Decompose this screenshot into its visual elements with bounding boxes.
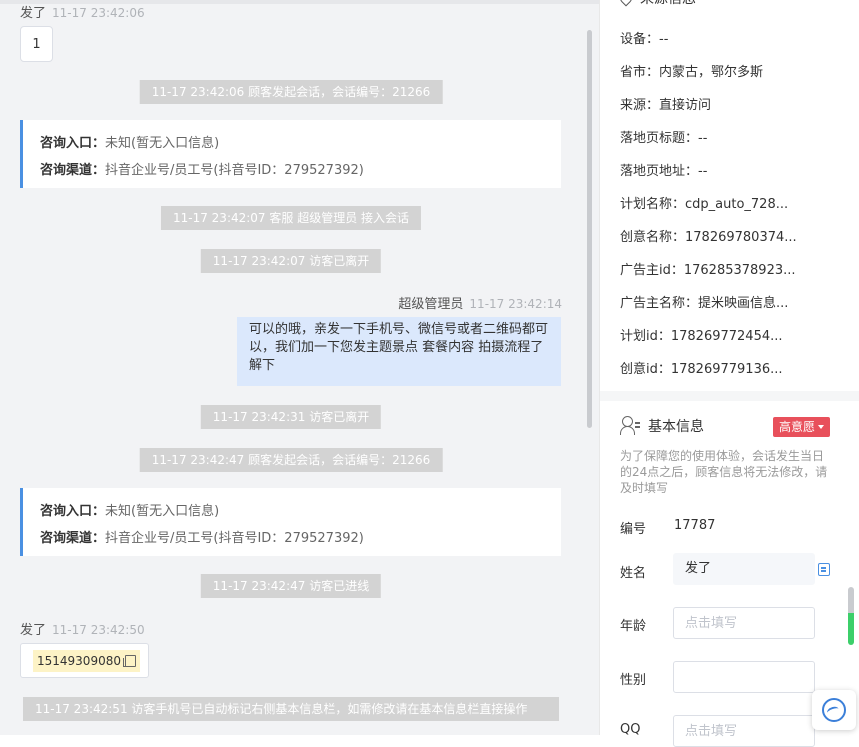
channel-label: 咨询渠道： [40, 163, 106, 178]
qq-field[interactable] [673, 715, 815, 747]
age-label: 年龄 [620, 619, 647, 634]
qq-label: QQ [620, 722, 641, 735]
basic-info-header: 基本信息 [620, 416, 704, 436]
source-creative-name: 创意名称：178269780374... [620, 230, 797, 245]
system-message: 11-17 23:42:07 客服 超级管理员 接入会话 [160, 206, 422, 230]
source-plan-id: 计划id：178269772454... [620, 329, 783, 344]
consult-info-card: 咨询入口：未知(暂无入口信息) 咨询渠道：抖音企业号/员工号(抖音号ID：279… [20, 488, 561, 556]
phone-highlight[interactable]: 15149309080 [33, 649, 140, 672]
system-message: 11-17 23:42:07 访客已离开 [200, 249, 382, 273]
sender-time: 11-17 23:42:50 [52, 623, 145, 637]
entry-value: 未知(暂无入口信息) [105, 136, 220, 151]
user-list-icon [620, 416, 640, 436]
source-plan-name: 计划名称：cdp_auto_728... [620, 197, 789, 212]
age-field[interactable] [673, 607, 815, 639]
sender-line: 发了 11-17 23:42:50 [20, 619, 145, 638]
source-landing-url: 落地页地址：-- [620, 164, 708, 179]
source-advertiser-name: 广告主名称：提米映画信息... [620, 296, 789, 311]
floating-assistant-button[interactable] [812, 690, 856, 730]
gender-label: 性别 [620, 673, 647, 688]
entry-value: 未知(暂无入口信息) [105, 504, 220, 519]
sender-line: 发了 11-17 23:42:06 [20, 2, 145, 21]
gender-field[interactable] [673, 661, 815, 693]
source-landing-title: 落地页标题：-- [620, 131, 708, 146]
phone-number: 15149309080 [37, 653, 121, 668]
channel-value: 抖音企业号/员工号(抖音号ID：279527392) [105, 163, 364, 178]
phone-message-bubble: 15149309080 [20, 643, 149, 678]
assistant-icon [822, 698, 846, 722]
channel-label: 咨询渠道： [40, 531, 106, 546]
intent-level-dropdown[interactable]: 高意愿 [773, 417, 831, 437]
id-value: 17787 [674, 518, 716, 533]
caret-down-icon [818, 425, 825, 429]
chat-scrollbar[interactable] [587, 30, 592, 428]
system-message: 11-17 23:42:47 顾客发起会话，会话编号：21266 [139, 448, 443, 472]
entry-label: 咨询入口： [40, 136, 106, 151]
chat-pane[interactable]: 发了 11-17 23:42:06 1 11-17 23:42:06 顾客发起会话… [0, 0, 599, 735]
system-message: 11-17 23:42:31 访客已离开 [200, 405, 382, 429]
location-pin-icon [617, 0, 635, 7]
edit-notice: 为了保障您的使用体验，会话发生当日的24点之后，顾客信息将无法修改，请及时填写 [620, 449, 828, 495]
source-origin: 来源：直接访问 [620, 98, 712, 113]
entry-label: 咨询入口： [40, 504, 106, 519]
sender-name: 发了 [20, 6, 47, 21]
source-advertiser-id: 广告主id：176285378923... [620, 263, 796, 278]
sender-time: 11-17 23:42:06 [52, 6, 145, 20]
system-message: 11-17 23:42:47 访客已进线 [200, 574, 382, 598]
agent-message-bubble: 可以的哦，亲发一下手机号、微信号或者二维码都可以，我们加一下您发主题景点 套餐内… [237, 317, 561, 386]
sender-name: 发了 [20, 623, 47, 638]
consult-info-card: 咨询入口：未知(暂无入口信息) 咨询渠道：抖音企业号/员工号(抖音号ID：279… [20, 120, 561, 188]
sender-time: 11-17 23:42:14 [469, 297, 562, 311]
source-region: 省市：内蒙古，鄂尔多斯 [620, 65, 764, 80]
source-info-title: 来源信息 [640, 0, 696, 8]
system-message: 11-17 23:42:51 访客手机号已自动标记右侧基本信息栏，如需修改请在基… [23, 697, 559, 721]
panel-scrollbar[interactable] [848, 587, 854, 645]
copy-icon[interactable] [818, 563, 830, 576]
intent-level-text: 高意愿 [779, 420, 816, 434]
message-text: 1 [32, 36, 41, 52]
source-device: 设备：-- [620, 32, 669, 47]
id-label: 编号 [620, 522, 647, 537]
sender-name: 超级管理员 [398, 297, 464, 312]
agent-sender-line: 超级管理员 11-17 23:42:14 [398, 293, 562, 312]
name-field[interactable]: 发了 [673, 553, 815, 585]
source-creative-id: 创意id：178269779136... [620, 362, 783, 377]
system-message: 11-17 23:42:06 顾客发起会话，会话编号：21266 [139, 80, 443, 104]
channel-value: 抖音企业号/员工号(抖音号ID：279527392) [105, 531, 364, 546]
visitor-message-bubble: 1 [20, 26, 53, 62]
source-info-header: 来源信息 [617, 0, 696, 8]
basic-info-title: 基本信息 [648, 419, 704, 435]
section-divider [600, 391, 859, 401]
name-label: 姓名 [620, 566, 647, 581]
copy-icon[interactable] [122, 654, 136, 667]
